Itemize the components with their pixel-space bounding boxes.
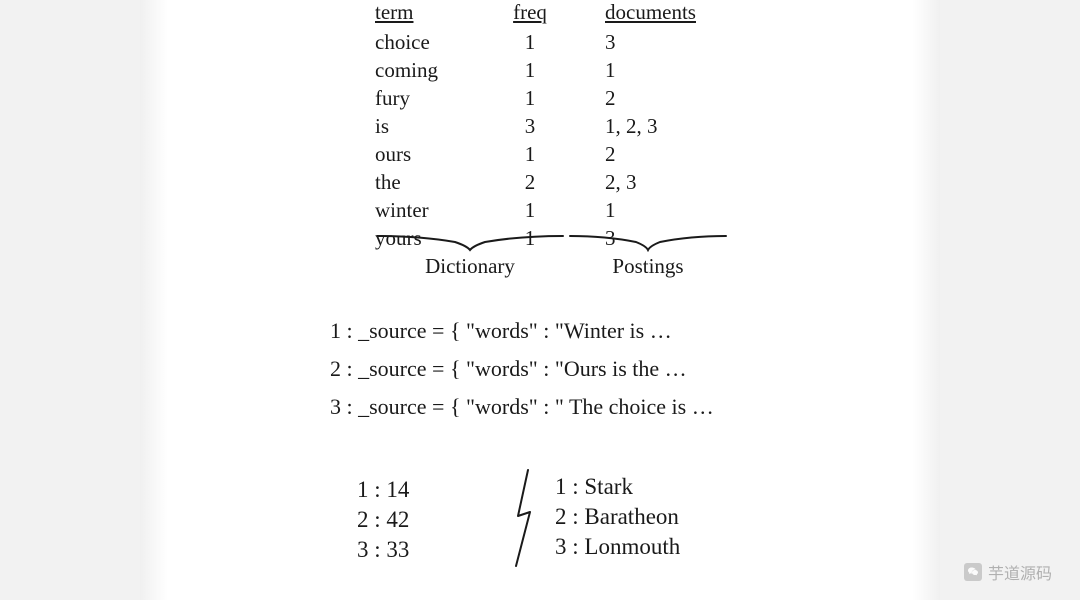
list-item: 2 : 42: [357, 505, 409, 535]
numbers-list: 1 : 14 2 : 42 3 : 33: [357, 475, 409, 565]
watermark: 芋道源码: [964, 560, 1052, 584]
cell-freq: 2: [495, 168, 565, 196]
curly-brace-icon: [375, 234, 565, 252]
cell-term: ours: [375, 140, 495, 168]
cell-documents: 2: [605, 84, 765, 112]
curly-brace-icon: [568, 234, 728, 252]
names-list: 1 : Stark 2 : Baratheon 3 : Lonmouth: [555, 472, 680, 562]
cell-documents: 1, 2, 3: [605, 112, 765, 140]
brace-dictionary: Dictionary: [374, 234, 566, 279]
cell-documents: 2: [605, 140, 765, 168]
wechat-icon: [964, 563, 982, 581]
source-text: _source = { "words" : "Winter is …: [358, 318, 672, 343]
source-id: 2: [330, 356, 341, 381]
cell-freq: 1: [495, 196, 565, 224]
list-item: 2 : Baratheon: [555, 502, 680, 532]
cell-freq: 1: [495, 140, 565, 168]
source-text: _source = { "words" : " The choice is …: [358, 394, 714, 419]
cell-freq: 1: [495, 28, 565, 56]
cell-term: coming: [375, 56, 495, 84]
cell-freq: 1: [495, 84, 565, 112]
brace-postings: Postings: [568, 234, 728, 279]
source-documents: 1 : _source = { "words" : "Winter is … 2…: [330, 312, 714, 426]
source-text: _source = { "words" : "Ours is the …: [358, 356, 687, 381]
list-item: 1 : 14: [357, 475, 409, 505]
list-item: 3 : Lonmouth: [555, 532, 680, 562]
source-id: 3: [330, 394, 341, 419]
cell-term: winter: [375, 196, 495, 224]
source-id: 1: [330, 318, 341, 343]
cell-term: fury: [375, 84, 495, 112]
col-header-term: term: [375, 0, 495, 28]
cell-freq: 3: [495, 112, 565, 140]
cell-term: the: [375, 168, 495, 196]
col-header-freq: freq: [495, 0, 565, 28]
source-row: 1 : _source = { "words" : "Winter is …: [330, 312, 714, 350]
cell-documents: 3: [605, 28, 765, 56]
brace-label-postings: Postings: [568, 254, 728, 279]
cell-freq: 1: [495, 56, 565, 84]
cell-documents: 2, 3: [605, 168, 765, 196]
source-row: 2 : _source = { "words" : "Ours is the …: [330, 350, 714, 388]
inverted-index-table: term freq documents choice 1 3 coming 1 …: [375, 0, 765, 252]
col-header-documents: documents: [605, 0, 765, 28]
brace-label-dictionary: Dictionary: [374, 254, 566, 279]
cell-term: is: [375, 112, 495, 140]
list-item: 3 : 33: [357, 535, 409, 565]
source-row: 3 : _source = { "words" : " The choice i…: [330, 388, 714, 426]
cell-documents: 1: [605, 56, 765, 84]
page: term freq documents choice 1 3 coming 1 …: [140, 0, 940, 600]
lightning-divider-icon: [510, 468, 536, 573]
watermark-text: 芋道源码: [988, 560, 1052, 584]
cell-term: choice: [375, 28, 495, 56]
cell-documents: 1: [605, 196, 765, 224]
list-item: 1 : Stark: [555, 472, 680, 502]
